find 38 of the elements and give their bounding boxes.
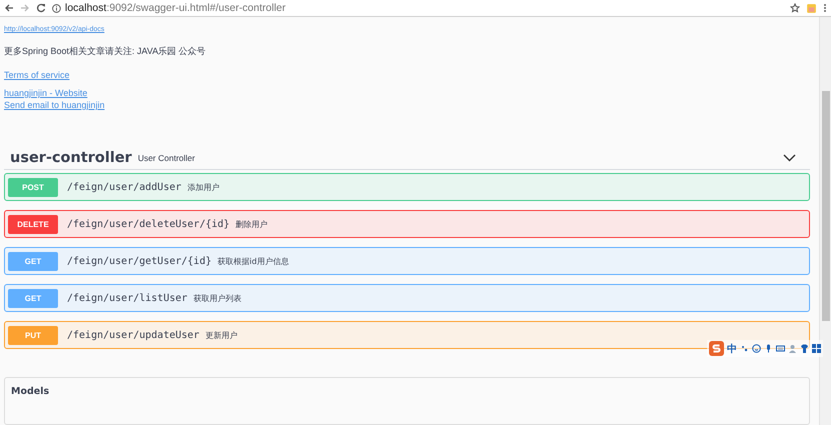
endpoint-summary: 添加用户 bbox=[187, 182, 220, 192]
method-badge: GET bbox=[8, 252, 58, 270]
address-field[interactable]: localhost:9092/swagger-ui.html#/user-controller bbox=[52, 2, 784, 14]
endpoint-summary: 删除用户 bbox=[236, 218, 268, 230]
endpoint-summary: 获取用户列表 bbox=[193, 292, 242, 304]
endpoint-summary: 获取根据id用户信息 bbox=[218, 256, 289, 266]
models-title[interactable]: Models bbox=[11, 386, 803, 397]
punctuation-icon[interactable] bbox=[740, 344, 749, 353]
microphone-icon[interactable] bbox=[764, 344, 773, 353]
scrollbar[interactable] bbox=[819, 17, 831, 425]
operation-row[interactable]: POST /feign/user/addUser 添加用户 bbox=[4, 173, 810, 201]
reload-icon[interactable] bbox=[36, 3, 46, 13]
info-icon bbox=[52, 4, 61, 12]
operation-row[interactable]: GET /feign/user/getUser/{id} 获取根据id用户信息 bbox=[4, 247, 810, 275]
ime-logo-icon[interactable] bbox=[709, 341, 724, 356]
operation-row[interactable]: DELETE /feign/user/deleteUser/{id} 删除用户 bbox=[4, 210, 810, 238]
method-badge: GET bbox=[8, 288, 58, 308]
star-icon[interactable] bbox=[790, 3, 800, 13]
endpoint-path: /feign/user/addUser bbox=[67, 182, 182, 192]
grid-icon[interactable] bbox=[812, 344, 821, 353]
operation-row[interactable]: GET /feign/user/listUser 获取用户列表 bbox=[4, 284, 810, 312]
shirt-icon[interactable] bbox=[800, 344, 809, 353]
chevron-icon[interactable] bbox=[783, 154, 796, 162]
smiley-icon[interactable] bbox=[752, 344, 761, 353]
endpoint-path: /feign/user/listUser bbox=[67, 292, 188, 304]
method-badge: POST bbox=[8, 178, 58, 196]
endpoint-path: /feign/user/deleteUser/{id} bbox=[67, 218, 230, 230]
menu-icon[interactable] bbox=[823, 3, 827, 13]
method-badge: DELETE bbox=[8, 214, 58, 234]
endpoint-path: /feign/user/updateUser bbox=[67, 330, 200, 340]
method-badge: PUT bbox=[8, 326, 58, 344]
description-text: 更多Spring Boot相关文章请关注: JAVA乐园 公众号 bbox=[4, 45, 206, 58]
tag-title[interactable]: user-controller bbox=[10, 150, 132, 166]
back-icon[interactable] bbox=[4, 3, 14, 13]
endpoint-summary: 更新用户 bbox=[205, 330, 238, 340]
keyboard-icon[interactable] bbox=[776, 344, 785, 353]
tag-description: User Controller bbox=[138, 153, 196, 163]
endpoint-path: /feign/user/getUser/{id} bbox=[67, 256, 212, 266]
